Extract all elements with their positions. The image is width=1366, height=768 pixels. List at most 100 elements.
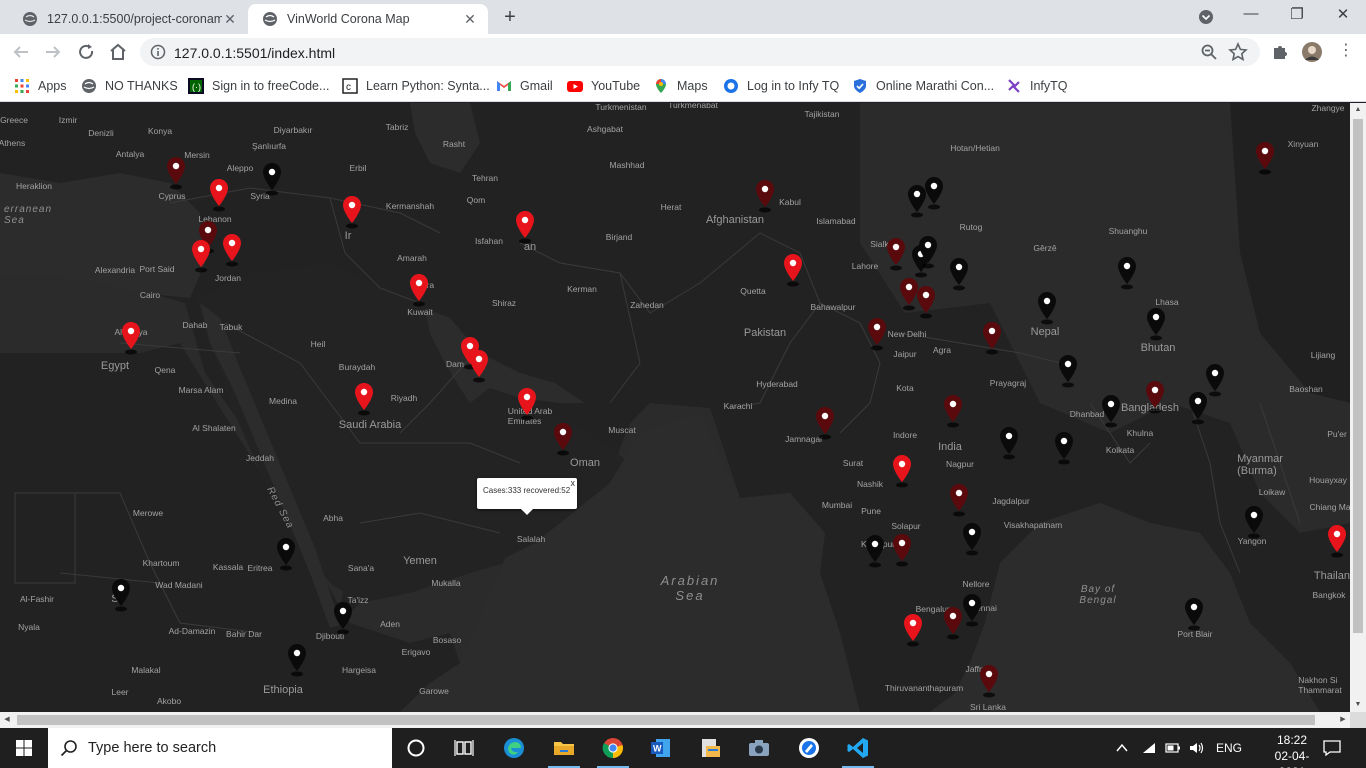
scroll-up-arrow-icon[interactable]: ▲ — [1350, 103, 1366, 117]
extensions-puzzle-icon[interactable] — [1270, 42, 1290, 62]
bookmark-online-marathi[interactable]: Online Marathi Con... — [852, 76, 994, 96]
bookmark-learn-python[interactable]: c Learn Python: Synta... — [342, 76, 490, 96]
profile-avatar[interactable] — [1302, 42, 1322, 62]
case-marker-pin-icon[interactable] — [914, 285, 938, 319]
case-marker-pin-icon[interactable] — [1182, 597, 1206, 631]
menu-kebab-icon[interactable]: ⋮ — [1336, 42, 1356, 62]
case-marker-pin-icon[interactable] — [1035, 291, 1059, 325]
tab-search-icon[interactable] — [1197, 8, 1215, 26]
case-marker-pin-icon[interactable] — [980, 321, 1004, 355]
home-icon[interactable] — [105, 39, 131, 65]
case-marker-pin-icon[interactable] — [109, 578, 133, 612]
horizontal-scrollbar[interactable]: ◀ ▶ — [0, 712, 1350, 728]
case-marker-pin-icon[interactable] — [467, 349, 491, 383]
notification-icon[interactable] — [1322, 739, 1342, 757]
case-marker-pin-icon[interactable] — [551, 422, 575, 456]
whiteboard-taskbar-button[interactable] — [785, 728, 833, 768]
reload-icon[interactable] — [73, 39, 99, 65]
vertical-scrollbar[interactable]: ▲ ▼ — [1350, 103, 1366, 712]
bookmark-youtube[interactable]: YouTube — [567, 76, 640, 96]
task-view-button[interactable] — [440, 728, 488, 768]
case-marker-pin-icon[interactable] — [753, 179, 777, 213]
edge-taskbar-button[interactable] — [490, 728, 538, 768]
case-marker-pin-icon[interactable] — [863, 534, 887, 568]
file-manager-taskbar-button[interactable] — [686, 728, 734, 768]
windows-start-icon[interactable] — [0, 728, 48, 768]
case-marker-pin-icon[interactable] — [865, 317, 889, 351]
tab-close-icon[interactable]: ✕ — [462, 11, 478, 28]
case-marker-pin-icon[interactable] — [941, 394, 965, 428]
address-bar[interactable]: 127.0.0.1:5501/index.html — [140, 38, 1260, 66]
case-marker-pin-icon[interactable] — [352, 382, 376, 416]
case-marker-pin-icon[interactable] — [922, 176, 946, 210]
volume-icon[interactable] — [1188, 740, 1206, 756]
language-indicator[interactable]: ENG — [1216, 741, 1242, 755]
case-marker-pin-icon[interactable] — [1325, 524, 1349, 558]
case-marker-pin-icon[interactable] — [331, 601, 355, 635]
horizontal-scroll-thumb[interactable] — [17, 715, 1315, 725]
case-marker-pin-icon[interactable] — [813, 406, 837, 440]
vertical-scroll-thumb[interactable] — [1353, 119, 1363, 633]
case-marker-pin-icon[interactable] — [1056, 354, 1080, 388]
case-marker-pin-icon[interactable] — [119, 321, 143, 355]
case-marker-pin-icon[interactable] — [781, 253, 805, 287]
case-marker-pin-icon[interactable] — [960, 593, 984, 627]
case-marker-pin-icon[interactable] — [340, 195, 364, 229]
scroll-right-arrow-icon[interactable]: ▶ — [1336, 712, 1350, 728]
case-marker-pin-icon[interactable] — [1115, 256, 1139, 290]
chrome-taskbar-button[interactable] — [589, 728, 637, 768]
case-marker-pin-icon[interactable] — [513, 210, 537, 244]
case-marker-pin-icon[interactable] — [997, 426, 1021, 460]
tab-project-coronamap[interactable]: 127.0.0.1:5500/project-coronama ✕ — [8, 4, 248, 34]
bookmark-apps[interactable]: Apps — [14, 76, 67, 96]
case-marker-pin-icon[interactable] — [890, 533, 914, 567]
case-marker-pin-icon[interactable] — [1242, 505, 1266, 539]
case-marker-pin-icon[interactable] — [407, 273, 431, 307]
case-marker-pin-icon[interactable] — [189, 239, 213, 273]
case-marker-pin-icon[interactable] — [947, 483, 971, 517]
bookmark-gmail[interactable]: Gmail — [496, 76, 553, 96]
bookmark-freecodecamp[interactable]: (·) Sign in to freeCode... — [188, 76, 329, 96]
bookmark-star-icon[interactable] — [1228, 42, 1248, 62]
corona-map[interactable]: erranean Sea Red Sea Arabian Sea Bay of Ben… — [0, 103, 1350, 712]
case-marker-pin-icon[interactable] — [515, 387, 539, 421]
case-marker-pin-icon[interactable] — [274, 537, 298, 571]
case-marker-pin-icon[interactable] — [1186, 391, 1210, 425]
case-marker-pin-icon[interactable] — [1143, 380, 1167, 414]
new-tab-button[interactable]: + — [497, 6, 523, 30]
taskbar-search-box[interactable]: Type here to search — [48, 728, 392, 768]
case-marker-pin-icon[interactable] — [1144, 307, 1168, 341]
case-marker-pin-icon[interactable] — [1052, 431, 1076, 465]
file-explorer-taskbar-button[interactable] — [540, 728, 588, 768]
case-marker-pin-icon[interactable] — [916, 235, 940, 269]
bookmark-infytq-login[interactable]: Log in to Infy TQ — [723, 76, 839, 96]
case-marker-pin-icon[interactable] — [260, 162, 284, 196]
case-marker-pin-icon[interactable] — [977, 664, 1001, 698]
battery-icon[interactable] — [1164, 740, 1182, 756]
popup-close-button[interactable]: x — [571, 478, 576, 488]
minimize-button[interactable]: — — [1231, 5, 1271, 27]
scroll-left-arrow-icon[interactable]: ◀ — [0, 712, 14, 728]
chevron-up-icon[interactable] — [1114, 740, 1130, 756]
case-marker-pin-icon[interactable] — [1253, 141, 1277, 175]
word-taskbar-button[interactable]: W — [637, 728, 685, 768]
case-marker-pin-icon[interactable] — [947, 257, 971, 291]
case-marker-pin-icon[interactable] — [890, 454, 914, 488]
case-marker-pin-icon[interactable] — [901, 613, 925, 647]
bookmark-infytq[interactable]: InfyTQ — [1006, 76, 1068, 96]
info-icon[interactable] — [150, 44, 166, 60]
back-arrow-icon[interactable] — [8, 39, 34, 65]
zoom-icon[interactable] — [1200, 43, 1218, 61]
bookmark-no-thanks[interactable]: NO THANKS — [81, 76, 178, 96]
case-marker-pin-icon[interactable] — [164, 156, 188, 190]
tab-vinworld-corona-map[interactable]: VinWorld Corona Map ✕ — [248, 4, 488, 34]
forward-arrow-icon[interactable] — [40, 39, 66, 65]
wifi-icon[interactable] — [1140, 740, 1158, 756]
close-window-button[interactable]: ✕ — [1323, 5, 1363, 27]
cortana-button[interactable] — [392, 728, 440, 768]
bookmark-maps[interactable]: Maps — [653, 76, 708, 96]
restore-button[interactable]: ❐ — [1277, 5, 1317, 27]
taskbar-clock[interactable]: 18:22 02-04-2021 — [1262, 732, 1322, 768]
case-marker-pin-icon[interactable] — [207, 178, 231, 212]
url-text[interactable]: 127.0.0.1:5501/index.html — [174, 45, 335, 61]
